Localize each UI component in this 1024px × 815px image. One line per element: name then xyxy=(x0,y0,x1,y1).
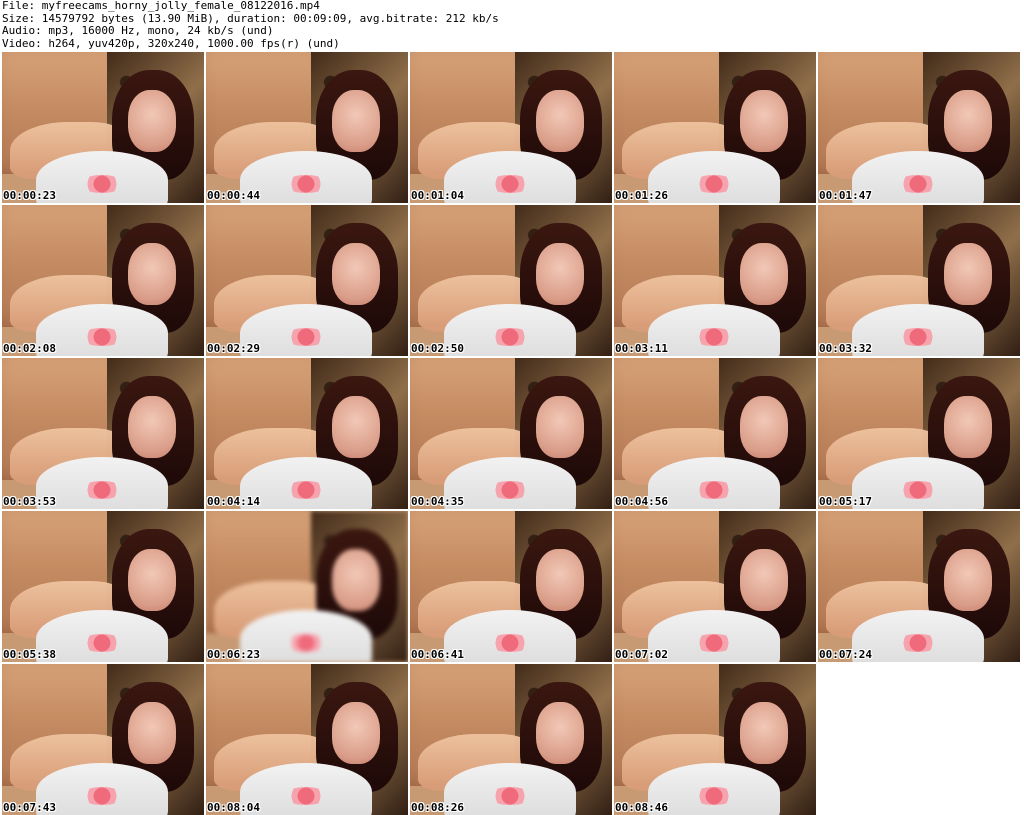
timestamp-label: 00:03:32 xyxy=(819,342,872,355)
thumbnail-image xyxy=(614,52,816,203)
timestamp-label: 00:07:24 xyxy=(819,648,872,661)
thumbnail-image xyxy=(410,358,612,509)
thumbnail-image xyxy=(410,664,612,815)
video-thumbnail: 00:04:35 xyxy=(410,358,612,509)
video-thumbnail: 00:07:24 xyxy=(818,511,1020,662)
thumbnail-image xyxy=(614,511,816,662)
thumbnail-image xyxy=(818,358,1020,509)
timestamp-label: 00:06:41 xyxy=(411,648,464,661)
timestamp-label: 00:03:11 xyxy=(615,342,668,355)
video-thumbnail: 00:03:53 xyxy=(2,358,204,509)
timestamp-label: 00:04:35 xyxy=(411,495,464,508)
timestamp-label: 00:02:08 xyxy=(3,342,56,355)
thumbnail-image xyxy=(206,205,408,356)
timestamp-label: 00:04:14 xyxy=(207,495,260,508)
timestamp-label: 00:06:23 xyxy=(207,648,260,661)
timestamp-label: 00:04:56 xyxy=(615,495,668,508)
video-thumbnail: 00:01:04 xyxy=(410,52,612,203)
video-thumbnail: 00:01:47 xyxy=(818,52,1020,203)
timestamp-label: 00:07:43 xyxy=(3,801,56,814)
thumbnail-image xyxy=(410,205,612,356)
metadata-file-line: File: myfreecams_horny_jolly_female_0812… xyxy=(2,0,320,12)
video-thumbnail: 00:04:56 xyxy=(614,358,816,509)
video-thumbnail: 00:03:32 xyxy=(818,205,1020,356)
timestamp-label: 00:02:29 xyxy=(207,342,260,355)
thumbnail-image xyxy=(410,52,612,203)
thumbnail-image xyxy=(2,511,204,662)
video-thumbnail: 00:06:23 xyxy=(206,511,408,662)
metadata-audio-line: Audio: mp3, 16000 Hz, mono, 24 kb/s (und… xyxy=(2,24,274,37)
timestamp-label: 00:00:23 xyxy=(3,189,56,202)
timestamp-label: 00:01:26 xyxy=(615,189,668,202)
video-thumbnail: 00:05:38 xyxy=(2,511,204,662)
timestamp-label: 00:08:46 xyxy=(615,801,668,814)
timestamp-label: 00:05:17 xyxy=(819,495,872,508)
thumbnail-image xyxy=(2,664,204,815)
video-thumbnail: 00:07:43 xyxy=(2,664,204,815)
thumbnail-image xyxy=(206,52,408,203)
video-thumbnail: 00:00:44 xyxy=(206,52,408,203)
thumbnail-image xyxy=(818,511,1020,662)
thumbnail-grid: 00:00:23 00:00:44 00:01:04 00:01:26 00:0… xyxy=(2,52,1022,815)
timestamp-label: 00:00:44 xyxy=(207,189,260,202)
timestamp-label: 00:05:38 xyxy=(3,648,56,661)
video-thumbnail: 00:03:11 xyxy=(614,205,816,356)
video-thumbnail: 00:02:08 xyxy=(2,205,204,356)
metadata-panel: File: myfreecams_horny_jolly_female_0812… xyxy=(2,0,499,50)
thumbnail-image xyxy=(2,358,204,509)
thumbnail-image xyxy=(206,664,408,815)
video-thumbnail: 00:08:26 xyxy=(410,664,612,815)
video-thumbnail: 00:02:29 xyxy=(206,205,408,356)
thumbnail-image xyxy=(614,205,816,356)
video-thumbnail: 00:07:02 xyxy=(614,511,816,662)
video-thumbnail: 00:06:41 xyxy=(410,511,612,662)
timestamp-label: 00:02:50 xyxy=(411,342,464,355)
thumbnail-image xyxy=(2,52,204,203)
empty-grid-cell xyxy=(818,664,1020,815)
thumbnail-image xyxy=(818,52,1020,203)
thumbnail-image xyxy=(614,664,816,815)
thumbnail-image xyxy=(614,358,816,509)
timestamp-label: 00:07:02 xyxy=(615,648,668,661)
timestamp-label: 00:03:53 xyxy=(3,495,56,508)
video-thumbnail: 00:02:50 xyxy=(410,205,612,356)
timestamp-label: 00:01:04 xyxy=(411,189,464,202)
video-thumbnail: 00:05:17 xyxy=(818,358,1020,509)
thumbnail-image xyxy=(206,358,408,509)
video-thumbnail: 00:01:26 xyxy=(614,52,816,203)
metadata-video-line: Video: h264, yuv420p, 320x240, 1000.00 f… xyxy=(2,36,340,50)
video-thumbnail: 00:00:23 xyxy=(2,52,204,203)
thumbnail-image xyxy=(818,205,1020,356)
thumbnail-image xyxy=(410,511,612,662)
video-thumbnail: 00:08:04 xyxy=(206,664,408,815)
thumbnail-image xyxy=(2,205,204,356)
timestamp-label: 00:08:26 xyxy=(411,801,464,814)
timestamp-label: 00:08:04 xyxy=(207,801,260,814)
thumbnail-image xyxy=(206,511,408,662)
video-thumbnail: 00:08:46 xyxy=(614,664,816,815)
timestamp-label: 00:01:47 xyxy=(819,189,872,202)
video-thumbnail: 00:04:14 xyxy=(206,358,408,509)
